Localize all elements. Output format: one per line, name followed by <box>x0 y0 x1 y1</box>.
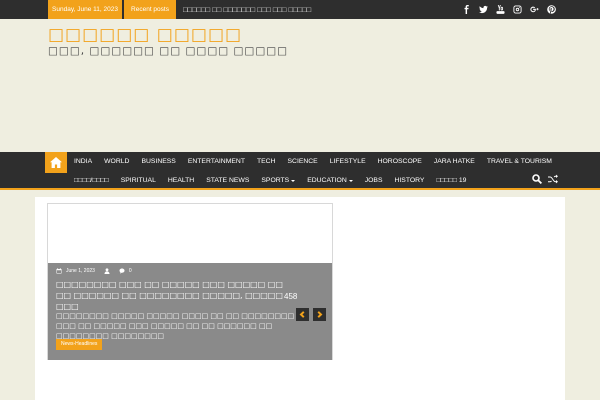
nav-item-label: SPIRITUAL <box>120 177 156 184</box>
google-plus-icon[interactable] <box>530 5 539 14</box>
nav-item-state-news[interactable]: STATE NEWS <box>200 172 255 190</box>
search-button[interactable] <box>532 174 542 184</box>
nav-item-label: HEALTH <box>167 177 195 184</box>
nav-item-lifestyle[interactable]: LIFESTYLE <box>324 153 372 171</box>
user-icon <box>104 268 110 274</box>
slider-prev-button[interactable] <box>296 308 309 321</box>
search-icon <box>532 174 542 184</box>
nav-item-education[interactable]: EDUCATION <box>301 172 359 190</box>
nav-row-secondary: □□□□/□□□□ SPIRITUAL HEALTH STATE NEWS SP… <box>68 172 472 190</box>
random-post-button[interactable] <box>548 174 558 184</box>
nav-item-label: □□□□□ 19 <box>436 177 467 184</box>
chevron-left-icon <box>299 311 305 318</box>
twitter-icon[interactable] <box>479 5 488 14</box>
nav-item-india[interactable]: INDIA <box>68 153 98 171</box>
site-title[interactable]: □□□□□□ □□□□□ <box>48 25 242 45</box>
slide-number: 458 <box>284 292 298 301</box>
nav-item-label: JOBS <box>364 177 383 184</box>
slide-title[interactable]: □□□□□□□□ □□□ □□ □□□□□ □□□ □□□□□ □□ □□ □□… <box>56 279 294 312</box>
nav-item-sports[interactable]: SPORTS <box>255 172 301 190</box>
recent-posts-ticker[interactable]: □□□□□□ □□ □□□□□□□ □□□ □□□ □□□□□ <box>183 0 333 19</box>
nav-row-primary: INDIA WORLD BUSINESS ENTERTAINMENT TECH … <box>68 153 558 171</box>
nav-item-travel-tourism[interactable]: TRAVEL & TOURISM <box>481 153 558 171</box>
nav-item-tech[interactable]: TECH <box>251 153 282 171</box>
slide-caption: June 1, 2023 0 □□□□□□□□ □□□ □□ □□□□□ □□□… <box>48 263 332 360</box>
nav-item-world[interactable]: WORLD <box>98 153 135 171</box>
home-icon <box>50 157 62 168</box>
calendar-icon <box>56 268 62 274</box>
chevron-down-icon <box>291 180 296 182</box>
nav-item-label: STATE NEWS <box>206 177 250 184</box>
nav-item-spiritual[interactable]: SPIRITUAL <box>115 172 162 190</box>
current-date: Sunday, June 11, 2023 <box>48 0 122 19</box>
youtube-icon[interactable] <box>496 5 505 14</box>
nav-item-label: □□□□/□□□□ <box>74 177 109 184</box>
top-bar: Sunday, June 11, 2023 Recent posts □□□□□… <box>0 0 600 19</box>
nav-item-health[interactable]: HEALTH <box>162 172 200 190</box>
home-button[interactable] <box>45 152 67 173</box>
chevron-down-icon <box>348 180 353 182</box>
nav-item-science[interactable]: SCIENCE <box>282 153 324 171</box>
instagram-icon[interactable] <box>513 5 522 14</box>
comment-count[interactable]: 0 <box>129 268 132 274</box>
nav-item-jara-hatke[interactable]: JARA HATKE <box>428 153 481 171</box>
main-navigation: INDIA WORLD BUSINESS ENTERTAINMENT TECH … <box>0 152 600 190</box>
facebook-icon[interactable] <box>462 5 471 14</box>
pinterest-icon[interactable] <box>547 5 556 14</box>
slide-excerpt: □□□□□□□□ □□□□□ □□□□□ □□□□ □□ □□ □□□□□□□□… <box>56 312 295 340</box>
recent-posts-label: Recent posts <box>124 0 176 19</box>
site-tagline: □□□, □□□□□□ □□ □□□□ □□□□□ <box>48 45 289 57</box>
featured-slider[interactable]: June 1, 2023 0 □□□□□□□□ □□□ □□ □□□□□ □□□… <box>47 203 333 360</box>
nav-item-history[interactable]: HISTORY <box>389 172 431 190</box>
nav-item-horoscope[interactable]: HOROSCOPE <box>372 153 428 171</box>
nav-item-label: EDUCATION <box>307 177 347 184</box>
nav-item-hindi-category[interactable]: □□□□/□□□□ <box>68 172 115 190</box>
post-date[interactable]: June 1, 2023 <box>66 268 95 274</box>
social-links <box>462 0 556 19</box>
nav-tools <box>532 174 558 184</box>
nav-item-covid-19[interactable]: □□□□□ 19 <box>430 172 472 190</box>
comment-icon <box>119 268 125 274</box>
nav-item-jobs[interactable]: JOBS <box>359 172 389 190</box>
nav-item-label: HISTORY <box>394 177 425 184</box>
post-meta: June 1, 2023 0 <box>56 268 132 274</box>
nav-item-business[interactable]: BUSINESS <box>135 153 181 171</box>
category-badge[interactable]: News-Headlines <box>56 339 103 350</box>
slider-next-button[interactable] <box>313 308 326 321</box>
chevron-right-icon <box>317 311 323 318</box>
nav-item-label: SPORTS <box>261 177 290 184</box>
shuffle-icon <box>548 174 558 184</box>
nav-item-entertainment[interactable]: ENTERTAINMENT <box>182 153 251 171</box>
